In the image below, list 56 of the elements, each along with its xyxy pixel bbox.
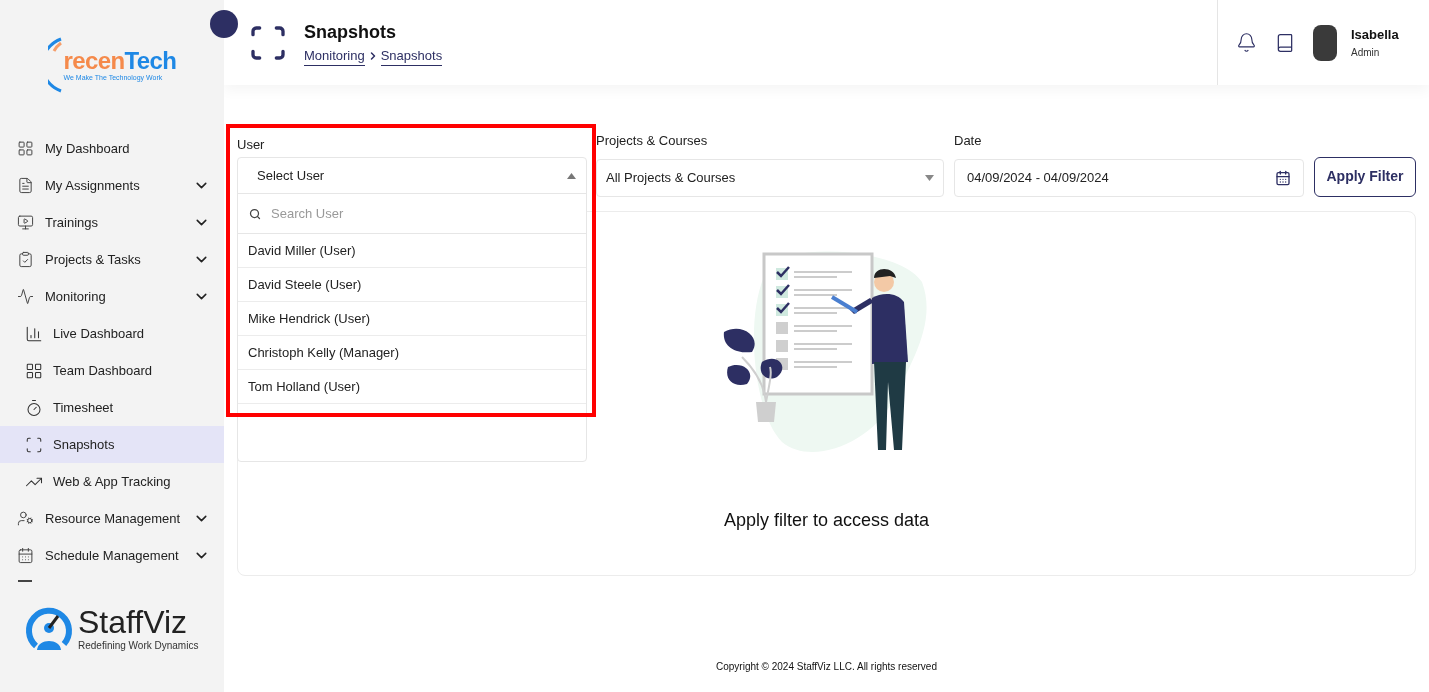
caret-icon bbox=[925, 174, 934, 181]
user-option[interactable]: Tom Holland (User) bbox=[238, 370, 586, 404]
toggle-button[interactable] bbox=[210, 10, 238, 38]
notification-icon[interactable] bbox=[1236, 32, 1257, 53]
brand-name: StaffViz bbox=[78, 605, 189, 638]
menu-icon bbox=[25, 398, 43, 417]
search-icon bbox=[249, 207, 261, 220]
menu-icon bbox=[17, 288, 34, 305]
breadcrumb-link[interactable]: Snapshots bbox=[380, 45, 443, 67]
sidebar-item[interactable]: Trainings bbox=[0, 204, 224, 241]
empty-message: Apply filter to access data bbox=[723, 508, 930, 532]
menu-icon bbox=[17, 510, 34, 527]
sidebar-item[interactable]: My Assignments bbox=[0, 167, 224, 204]
sidebar-subitem[interactable]: Team Dashboard bbox=[0, 352, 224, 389]
sidebar-item[interactable]: Monitoring bbox=[0, 278, 224, 315]
menu-icon bbox=[25, 324, 43, 343]
menu-icon bbox=[25, 435, 43, 454]
sidebar-subitem[interactable]: Live Dashboard bbox=[0, 315, 224, 352]
sidebar-subitem[interactable]: Timesheet bbox=[0, 389, 224, 426]
field-label: User bbox=[237, 135, 266, 151]
user-option[interactable]: David Steele (User) bbox=[238, 268, 586, 302]
field-label: Projects & Courses bbox=[596, 132, 709, 150]
user-option[interactable]: Christoph Kelly (Manager) bbox=[238, 336, 586, 370]
menu-icon bbox=[17, 251, 34, 268]
logo-ring-icon bbox=[47, 37, 62, 93]
search-field[interactable]: Search User bbox=[271, 201, 576, 226]
user-option[interactable]: Mike Hendrick (User) bbox=[238, 302, 586, 336]
menu-icon bbox=[17, 547, 34, 564]
logo-word-end: Tech bbox=[124, 48, 177, 73]
user-dropdown[interactable]: Select User Search User David Miller (User) David Steele (User) Mike Hendrick (User) Christoph Kelly (Manager) Tom Holland (User) bbox=[237, 157, 587, 462]
logo-word-start: recen bbox=[63, 48, 125, 73]
user-name: Isabella bbox=[1351, 26, 1399, 45]
sidebar-item[interactable]: My Dashboard bbox=[0, 130, 224, 167]
date-field[interactable]: 04/09/2024 - 04/09/2024 bbox=[954, 158, 1304, 197]
menu-icon bbox=[17, 214, 34, 231]
sidebar-subitem[interactable]: Snapshots bbox=[0, 426, 224, 463]
avatar[interactable] bbox=[1313, 24, 1337, 61]
field-label: Date bbox=[954, 132, 983, 150]
sidebar-subitem[interactable]: Web & App Tracking bbox=[0, 463, 224, 500]
copyright-text: Copyright © 2024 StaffViz LLC. All rights reserved bbox=[716, 660, 937, 674]
projects-dropdown[interactable]: All Projects & Courses bbox=[596, 158, 944, 197]
breadcrumb-link[interactable]: Monitoring bbox=[304, 45, 365, 67]
sidebar-item[interactable]: Projects & Tasks bbox=[0, 241, 224, 278]
sidebar-item[interactable]: Resource Management bbox=[0, 500, 224, 537]
sidebar-item[interactable]: Schedule Management bbox=[0, 537, 224, 574]
apply-filter-button[interactable]: Apply Filter bbox=[1314, 156, 1416, 197]
menu-icon bbox=[17, 140, 34, 157]
menu-icon bbox=[25, 361, 43, 380]
book-icon[interactable] bbox=[1275, 32, 1295, 53]
caret-icon bbox=[567, 172, 576, 179]
page-title: Snapshots bbox=[304, 20, 397, 44]
menu-icon bbox=[17, 177, 34, 194]
calendar-icon bbox=[1275, 169, 1291, 186]
user-role: Admin bbox=[1351, 45, 1381, 60]
brand-tagline: Redefining Work Dynamics bbox=[78, 638, 199, 653]
user-option[interactable]: David Miller (User) bbox=[238, 234, 586, 268]
